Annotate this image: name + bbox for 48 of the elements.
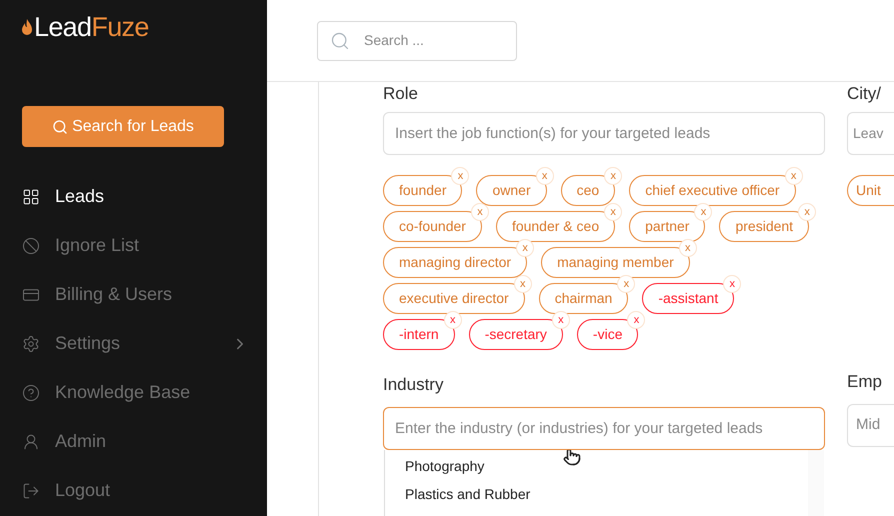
logo-text: LeadFuze [34, 14, 149, 40]
help-icon [22, 384, 40, 402]
remove-tag-button[interactable]: x [604, 203, 622, 221]
search-icon [52, 118, 68, 134]
cursor-icon [563, 450, 581, 466]
nav-item[interactable]: Billing & Users [22, 270, 245, 319]
person-icon [22, 432, 40, 450]
industry-input[interactable]: Enter the industry (or industries) for your targeted leads [383, 406, 825, 450]
logout-icon [22, 482, 40, 500]
remove-tag-button[interactable]: x [678, 239, 697, 257]
search-input[interactable]: Search ... [364, 30, 484, 51]
role-input[interactable]: Insert the job function(s) for your targeted leads [383, 112, 825, 155]
remove-tag-button[interactable]: x [723, 275, 742, 293]
remove-tag-button[interactable]: x [617, 275, 636, 293]
remove-tag-button[interactable]: x [514, 275, 532, 293]
field-label: Emp [847, 371, 883, 393]
field-label: Role [383, 83, 419, 104]
employees-input[interactable]: Mid [847, 404, 894, 446]
remove-tag-button[interactable]: x [798, 203, 816, 221]
remove-tag-button[interactable]: x [604, 167, 622, 185]
field-label: Industry [383, 374, 444, 396]
flame-icon [22, 19, 32, 35]
nav-item[interactable]: Settings [22, 319, 245, 368]
remove-tag-button[interactable]: x [694, 203, 712, 221]
remove-tag-button[interactable]: x [627, 311, 646, 329]
field-label: City/ [847, 83, 882, 104]
ban-icon [22, 236, 40, 254]
dropdown-option[interactable]: Photography [405, 452, 791, 480]
dropdown-option[interactable]: Plastics and Rubber [405, 480, 791, 508]
remove-tag-button[interactable]: x [784, 167, 803, 185]
nav-item[interactable]: Ignore List [22, 221, 245, 270]
remove-tag-button[interactable]: x [552, 311, 570, 329]
remove-tag-button[interactable]: x [516, 239, 534, 257]
remove-tag-button[interactable]: x [470, 203, 489, 221]
search-field[interactable]: Search ... [317, 20, 517, 60]
nav-item[interactable]: Knowledge Base [22, 368, 245, 417]
search-leads-button[interactable]: Search for Leads [22, 106, 224, 147]
remove-tag-button[interactable]: x [451, 167, 470, 185]
grid-icon [22, 188, 40, 206]
search-icon [330, 30, 350, 50]
nav-item[interactable]: Leads [22, 172, 245, 221]
nav-item[interactable]: Admin [22, 417, 245, 466]
remove-tag-button[interactable]: x [536, 167, 554, 185]
nav-item[interactable]: Logout [22, 466, 245, 515]
tag: Unit [847, 175, 894, 206]
remove-tag-button[interactable]: x [444, 311, 462, 329]
settings-icon [22, 334, 40, 352]
location-input[interactable]: Leav [847, 112, 894, 155]
